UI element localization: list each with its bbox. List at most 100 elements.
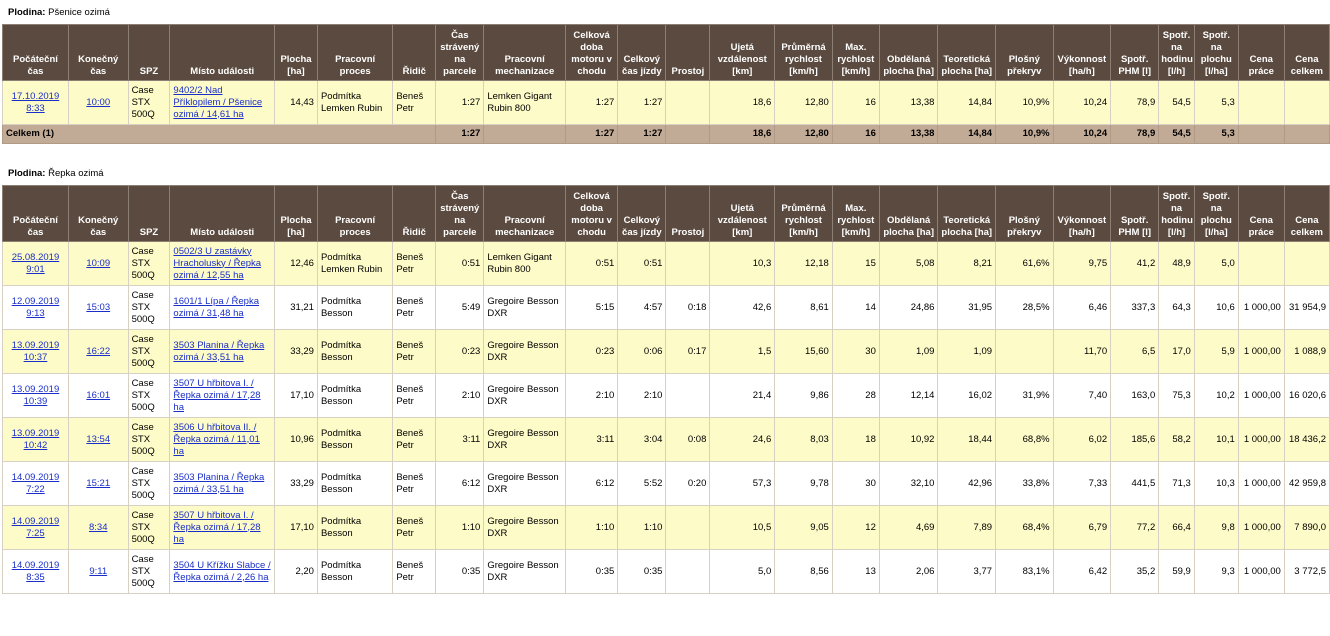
start-time-link[interactable]: 13.09.2019 10:37 — [6, 340, 65, 364]
end-time-link[interactable]: 16:01 — [86, 390, 110, 401]
column-header[interactable]: Celková doba motoru v chodu — [564, 185, 619, 242]
cell-end[interactable]: 10:00 — [67, 80, 129, 125]
cell-start[interactable]: 25.08.2019 9:01 — [2, 241, 69, 286]
cell-place[interactable]: 0502/3 U zastávky Hracholusky / Řepka oz… — [169, 241, 276, 286]
cell-start[interactable]: 13.09.2019 10:37 — [2, 329, 69, 374]
cell-start[interactable]: 13.09.2019 10:42 — [2, 417, 69, 462]
cell-place[interactable]: 3504 U Křížku Slabce / Řepka ozimá / 2,2… — [169, 549, 276, 594]
cell-end[interactable]: 16:01 — [67, 373, 129, 418]
place-link[interactable]: 9402/2 Nad Příklopilem / Pšenice ozimá /… — [173, 85, 262, 120]
column-header[interactable]: Řidič — [392, 185, 437, 242]
column-header[interactable]: Průměrná rychlost [km/h] — [774, 185, 833, 242]
cell-end[interactable]: 9:11 — [67, 549, 129, 594]
column-header[interactable]: Konečný čas — [67, 185, 129, 242]
column-header[interactable]: Ujetá vzdálenost [km] — [709, 185, 776, 242]
cell-end[interactable]: 8:34 — [67, 505, 129, 550]
place-link[interactable]: 3504 U Křížku Slabce / Řepka ozimá / 2,2… — [173, 560, 270, 583]
column-header[interactable]: Obdělaná plocha [ha] — [878, 24, 939, 81]
place-link[interactable]: 1601/1 Lípa / Řepka ozimá / 31,48 ha — [173, 296, 259, 319]
column-header[interactable]: Čas strávený na parcele — [435, 185, 485, 242]
column-header[interactable]: Ujetá vzdálenost [km] — [709, 24, 776, 81]
column-header[interactable]: Spotř. PHM [l] — [1110, 185, 1160, 242]
column-header[interactable]: Spotř. PHM [l] — [1110, 24, 1160, 81]
end-time-link[interactable]: 13:54 — [86, 434, 110, 445]
start-time-link[interactable]: 12.09.2019 9:13 — [6, 296, 65, 320]
column-header[interactable]: Počáteční čas — [2, 24, 69, 81]
end-time-link[interactable]: 16:22 — [86, 346, 110, 357]
cell-place[interactable]: 3507 U hřbitova I. / Řepka ozimá / 17,28… — [169, 505, 276, 550]
column-header[interactable]: SPZ — [127, 24, 171, 81]
column-header[interactable]: Obdělaná plocha [ha] — [878, 185, 939, 242]
start-time-link[interactable]: 14.09.2019 7:25 — [6, 516, 65, 540]
start-time-link[interactable]: 25.08.2019 9:01 — [6, 252, 65, 276]
column-header[interactable]: Celkový čas jízdy — [617, 24, 667, 81]
column-header[interactable]: Cena práce — [1237, 24, 1285, 81]
column-header[interactable]: Místo události — [169, 24, 276, 81]
cell-place[interactable]: 1601/1 Lípa / Řepka ozimá / 31,48 ha — [169, 285, 276, 330]
column-header[interactable]: Spotř. na plochu [l/ha] — [1193, 185, 1239, 242]
cell-end[interactable]: 15:03 — [67, 285, 129, 330]
cell-end[interactable]: 10:09 — [67, 241, 129, 286]
cell-end[interactable]: 16:22 — [67, 329, 129, 374]
end-time-link[interactable]: 9:11 — [89, 566, 107, 577]
column-header[interactable]: Pracovní mechanizace — [483, 185, 566, 242]
cell-start[interactable]: 13.09.2019 10:39 — [2, 373, 69, 418]
place-link[interactable]: 3507 U hřbitova I. / Řepka ozimá / 17,28… — [173, 378, 260, 413]
column-header[interactable]: Místo události — [169, 185, 276, 242]
column-header[interactable]: Řidič — [392, 24, 437, 81]
column-header[interactable]: Celková doba motoru v chodu — [564, 24, 619, 81]
place-link[interactable]: 3503 Planina / Řepka ozimá / 33,51 ha — [173, 340, 264, 363]
column-header[interactable]: Průměrná rychlost [km/h] — [774, 24, 833, 81]
column-header[interactable]: Prostoj — [665, 185, 711, 242]
place-link[interactable]: 3503 Planina / Řepka ozimá / 33,51 ha — [173, 472, 264, 495]
column-header[interactable]: Plocha [ha] — [274, 24, 318, 81]
start-time-link[interactable]: 13.09.2019 10:42 — [6, 428, 65, 452]
cell-place[interactable]: 3506 U hřbitova II. / Řepka ozimá / 11,0… — [169, 417, 276, 462]
place-link[interactable]: 3507 U hřbitova I. / Řepka ozimá / 17,28… — [173, 510, 260, 545]
column-header[interactable]: Spotř. na plochu [l/ha] — [1193, 24, 1239, 81]
end-time-link[interactable]: 15:03 — [86, 302, 110, 313]
column-header[interactable]: Spotř. na hodinu [l/h] — [1158, 185, 1195, 242]
column-header[interactable]: SPZ — [127, 185, 171, 242]
end-time-link[interactable]: 10:09 — [86, 258, 110, 269]
column-header[interactable]: Cena celkem — [1283, 185, 1330, 242]
column-header[interactable]: Čas strávený na parcele — [435, 24, 485, 81]
start-time-link[interactable]: 14.09.2019 8:35 — [6, 560, 65, 584]
end-time-link[interactable]: 10:00 — [86, 97, 110, 108]
column-header[interactable]: Max. rychlost [km/h] — [831, 185, 880, 242]
column-header[interactable]: Konečný čas — [67, 24, 129, 81]
cell-place[interactable]: 3507 U hřbitova I. / Řepka ozimá / 17,28… — [169, 373, 276, 418]
column-header[interactable]: Prostoj — [665, 24, 711, 81]
end-time-link[interactable]: 15:21 — [86, 478, 110, 489]
place-link[interactable]: 0502/3 U zastávky Hracholusky / Řepka oz… — [173, 246, 261, 281]
column-header[interactable]: Výkonnost [ha/h] — [1052, 185, 1112, 242]
column-header[interactable]: Spotř. na hodinu [l/h] — [1158, 24, 1195, 81]
cell-place[interactable]: 3503 Planina / Řepka ozimá / 33,51 ha — [169, 329, 276, 374]
cell-end[interactable]: 15:21 — [67, 461, 129, 506]
cell-start[interactable]: 14.09.2019 7:25 — [2, 505, 69, 550]
column-header[interactable]: Cena práce — [1237, 185, 1285, 242]
start-time-link[interactable]: 17.10.2019 8:33 — [6, 91, 65, 115]
start-time-link[interactable]: 14.09.2019 7:22 — [6, 472, 65, 496]
cell-end[interactable]: 13:54 — [67, 417, 129, 462]
column-header[interactable]: Teoretická plocha [ha] — [937, 24, 997, 81]
end-time-link[interactable]: 8:34 — [89, 522, 108, 533]
column-header[interactable]: Max. rychlost [km/h] — [831, 24, 880, 81]
column-header[interactable]: Pracovní proces — [316, 24, 394, 81]
column-header[interactable]: Cena celkem — [1283, 24, 1330, 81]
column-header[interactable]: Plošný překryv — [995, 24, 1054, 81]
start-time-link[interactable]: 13.09.2019 10:39 — [6, 384, 65, 408]
column-header[interactable]: Celkový čas jízdy — [617, 185, 667, 242]
place-link[interactable]: 3506 U hřbitova II. / Řepka ozimá / 11,0… — [173, 422, 259, 457]
column-header[interactable]: Pracovní mechanizace — [483, 24, 566, 81]
column-header[interactable]: Plošný překryv — [995, 185, 1054, 242]
cell-start[interactable]: 12.09.2019 9:13 — [2, 285, 69, 330]
column-header[interactable]: Výkonnost [ha/h] — [1052, 24, 1112, 81]
column-header[interactable]: Plocha [ha] — [274, 185, 318, 242]
column-header[interactable]: Počáteční čas — [2, 185, 69, 242]
column-header[interactable]: Teoretická plocha [ha] — [937, 185, 997, 242]
cell-place[interactable]: 9402/2 Nad Příklopilem / Pšenice ozimá /… — [169, 80, 276, 125]
column-header[interactable]: Pracovní proces — [316, 185, 394, 242]
cell-start[interactable]: 14.09.2019 8:35 — [2, 549, 69, 594]
cell-start[interactable]: 17.10.2019 8:33 — [2, 80, 69, 125]
